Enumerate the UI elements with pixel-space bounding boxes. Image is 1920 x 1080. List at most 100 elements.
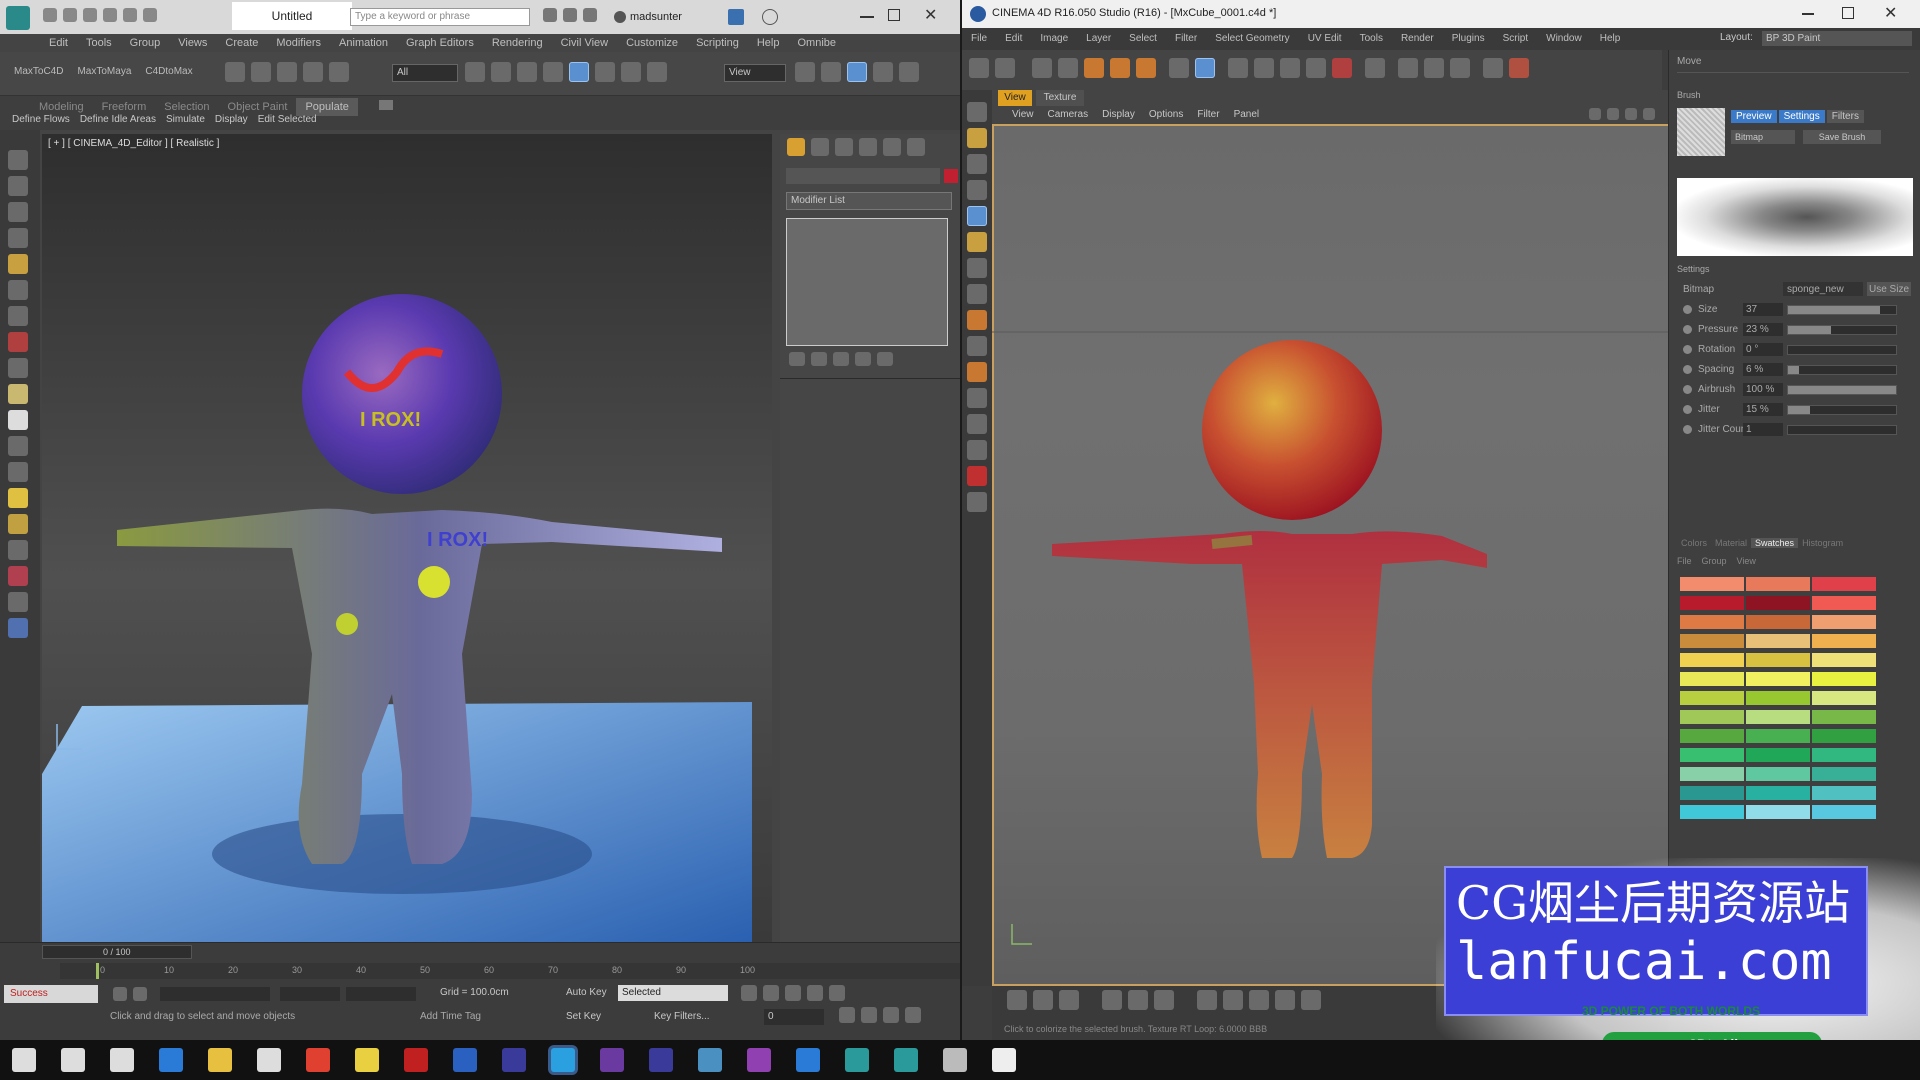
c4dtomax-button[interactable]: C4DtoMax xyxy=(145,66,192,77)
scale-icon[interactable] xyxy=(1084,58,1104,78)
c4d-icon[interactable] xyxy=(502,1048,526,1072)
close-icon[interactable]: ✕ xyxy=(924,5,937,25)
color-swatch[interactable] xyxy=(1680,691,1744,705)
mirror-icon[interactable] xyxy=(1275,990,1295,1010)
x-coord-field[interactable] xyxy=(160,987,270,1001)
clone-icon[interactable] xyxy=(967,336,987,356)
next-frame-icon[interactable] xyxy=(807,985,823,1001)
color-swatch[interactable] xyxy=(1812,767,1876,781)
swatch-file-menu[interactable]: File xyxy=(1677,556,1692,566)
notes-icon[interactable] xyxy=(355,1048,379,1072)
smear-icon[interactable] xyxy=(967,310,987,330)
paint-setup-icon[interactable] xyxy=(1169,58,1189,78)
color-swatch[interactable] xyxy=(1812,691,1876,705)
c4d-2-icon[interactable] xyxy=(649,1048,673,1072)
grid-icon[interactable] xyxy=(1128,990,1148,1010)
color-swatch[interactable] xyxy=(1746,805,1810,819)
layer-icon[interactable] xyxy=(8,176,28,196)
redo-icon[interactable] xyxy=(251,62,271,82)
param-slider[interactable] xyxy=(1787,345,1897,355)
param-toggle-icon[interactable] xyxy=(1683,384,1692,394)
save-brush-button[interactable]: Save Brush xyxy=(1803,130,1881,144)
menu-item[interactable]: Script xyxy=(1494,30,1538,48)
param-slider[interactable] xyxy=(1787,365,1897,375)
menu-item[interactable]: Image xyxy=(1031,30,1077,48)
sponge-icon[interactable] xyxy=(967,388,987,408)
tab-material[interactable]: Material xyxy=(1711,538,1751,548)
param-value-field[interactable]: 15 % xyxy=(1743,403,1783,416)
pan-view-icon[interactable] xyxy=(1589,108,1601,121)
help-icon[interactable] xyxy=(762,9,778,25)
eraser-icon[interactable] xyxy=(967,258,987,278)
zoom-tool-icon[interactable] xyxy=(967,492,987,512)
goto-end-icon[interactable] xyxy=(829,985,845,1001)
tab-filters[interactable]: Filters xyxy=(1826,110,1864,123)
angle-snap-icon[interactable] xyxy=(873,62,893,82)
select-object-icon[interactable] xyxy=(465,62,485,82)
show-end-result-icon[interactable] xyxy=(811,352,827,366)
modifier-icon[interactable] xyxy=(8,332,28,352)
open-icon[interactable] xyxy=(63,8,77,22)
menu-item[interactable]: Customize xyxy=(617,34,687,52)
color-swatch[interactable] xyxy=(1680,767,1744,781)
color-swatch[interactable] xyxy=(1812,653,1876,667)
pan-icon[interactable] xyxy=(883,1007,899,1023)
modifier-stack[interactable] xyxy=(786,218,948,346)
maxtoc4d-button[interactable]: MaxToC4D xyxy=(14,66,63,77)
param-toggle-icon[interactable] xyxy=(1683,304,1692,314)
minimize-icon[interactable] xyxy=(860,16,874,18)
color-swatch[interactable] xyxy=(1680,805,1744,819)
globe-icon[interactable] xyxy=(8,618,28,638)
param-toggle-icon[interactable] xyxy=(1683,344,1692,354)
param-slider[interactable] xyxy=(1787,425,1897,435)
stack-icon[interactable] xyxy=(1059,990,1079,1010)
menu-item[interactable]: Layer xyxy=(1077,30,1120,48)
menu-item[interactable]: Filter xyxy=(1166,30,1206,48)
filter-menu[interactable]: Filter xyxy=(1197,109,1219,120)
options-menu[interactable]: Options xyxy=(1149,109,1183,120)
app-2-icon[interactable] xyxy=(845,1048,869,1072)
modifier-list-dropdown[interactable]: Modifier List xyxy=(786,192,952,210)
undo-icon[interactable] xyxy=(969,58,989,78)
param-toggle-icon[interactable] xyxy=(1683,424,1692,434)
swatch-view-menu[interactable]: View xyxy=(1737,556,1756,566)
axis-icon[interactable] xyxy=(1136,58,1156,78)
color-swatch[interactable] xyxy=(1746,748,1810,762)
color-swatch[interactable] xyxy=(1812,596,1876,610)
channel-tool-icon[interactable] xyxy=(1033,990,1053,1010)
menu-item[interactable]: Graph Editors xyxy=(397,34,483,52)
menu-item[interactable]: Modifiers xyxy=(267,34,330,52)
track-bar[interactable]: 0 10 20 30 40 50 60 70 80 90 100 xyxy=(60,963,960,979)
zoom-all-icon[interactable] xyxy=(861,1007,877,1023)
menu-item[interactable]: Select Geometry xyxy=(1206,30,1298,48)
color-swatch[interactable] xyxy=(1746,615,1810,629)
auto-key-button[interactable]: Auto Key xyxy=(566,987,607,998)
maxtomaya-button[interactable]: MaxToMaya xyxy=(77,66,131,77)
display-button[interactable]: Display xyxy=(215,114,248,125)
pen-icon[interactable] xyxy=(1509,58,1529,78)
app-4-icon[interactable] xyxy=(943,1048,967,1072)
param-value-field[interactable]: 100 % xyxy=(1743,383,1783,396)
color-swatch[interactable] xyxy=(1746,786,1810,800)
menu-item[interactable]: Animation xyxy=(330,34,397,52)
display-menu[interactable]: Display xyxy=(1102,109,1135,120)
percent-snap-icon[interactable] xyxy=(899,62,919,82)
display-icon[interactable] xyxy=(8,228,28,248)
modify-tab-icon[interactable] xyxy=(811,138,829,156)
brush-tool-icon[interactable] xyxy=(967,206,987,226)
save-icon[interactable] xyxy=(83,8,97,22)
max-viewport[interactable]: [ + ] [ CINEMA_4D_Editor ] [ Realistic ]… xyxy=(42,134,772,942)
prev-frame-icon[interactable] xyxy=(763,985,779,1001)
brush-icon[interactable] xyxy=(1195,58,1215,78)
menu-item[interactable]: File xyxy=(962,30,996,48)
create-tab-icon[interactable] xyxy=(787,138,805,156)
star-icon[interactable] xyxy=(583,8,597,22)
wave-icon[interactable] xyxy=(8,540,28,560)
sphere-gold-icon[interactable] xyxy=(8,514,28,534)
communication-icon[interactable] xyxy=(563,8,577,22)
select-icon[interactable] xyxy=(995,58,1015,78)
motion-tab-icon[interactable] xyxy=(859,138,877,156)
move-icon[interactable] xyxy=(1058,58,1078,78)
y-coord-field[interactable] xyxy=(280,987,340,1001)
color-swatch[interactable] xyxy=(1680,729,1744,743)
